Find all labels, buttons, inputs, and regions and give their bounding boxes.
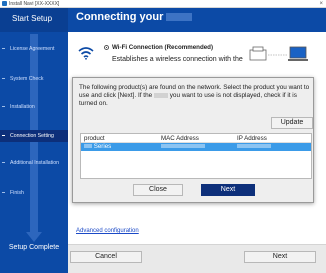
window-title: Install Navi [XX-XXXX]: [9, 1, 60, 7]
step-label: System Check: [10, 76, 44, 82]
sidebar-header-label: Start Setup: [12, 14, 53, 23]
step-dot-icon: [2, 106, 5, 107]
row-mac-cell: [161, 143, 205, 151]
column-mac-address: MAC Address: [161, 135, 199, 142]
step-dot-icon: [2, 162, 5, 163]
row-ip-cell: [237, 143, 271, 151]
page-title: Connecting your: [76, 11, 193, 23]
row-product-cell: Series: [84, 143, 111, 151]
wifi-connection-radio[interactable]: [104, 45, 109, 50]
wifi-option-description: Establishes a wireless connection with t…: [112, 56, 243, 63]
dialog-next-button[interactable]: Next: [201, 184, 255, 196]
window-titlebar: Install Navi [XX-XXXX] ×: [0, 0, 326, 8]
column-product: product: [84, 135, 105, 142]
step-dot-icon: [2, 192, 5, 193]
redacted-product-name: [153, 92, 168, 98]
redacted-ip: [237, 144, 271, 149]
product-search-dialog: The following product(s) are found on th…: [72, 77, 314, 203]
redacted-product-name: [166, 13, 193, 22]
step-dot-icon: [2, 135, 5, 136]
step-dot-icon: [2, 48, 5, 49]
close-icon: ×: [319, 1, 323, 7]
printer-computer-diagram-icon: [249, 46, 308, 61]
redacted-mac: [161, 144, 205, 149]
setup-steps-sidebar: Start Setup License Agreement System Che…: [0, 8, 68, 273]
dialog-message: The following product(s) are found on th…: [79, 84, 310, 107]
app-icon: [2, 1, 7, 6]
column-ip-address: IP Address: [237, 135, 267, 142]
main-footer: Cancel Next: [68, 244, 326, 273]
step-connection-setting: Connection Setting: [0, 130, 68, 142]
step-label: Additional Installation: [10, 160, 60, 166]
wifi-icon: [78, 47, 94, 60]
product-list-header: product MAC Address IP Address: [81, 134, 311, 143]
step-label: License Agreement: [10, 46, 55, 52]
progress-arrow-icon: [26, 232, 42, 242]
sidebar-header: Start Setup: [0, 8, 68, 32]
step-label: Finish: [10, 190, 24, 196]
wifi-option-title: Wi-Fi Connection (Recommended): [112, 44, 214, 51]
update-button[interactable]: Update: [271, 117, 313, 129]
dialog-close-button[interactable]: Close: [133, 184, 183, 196]
step-dot-icon: [2, 78, 5, 79]
cancel-button[interactable]: Cancel: [70, 251, 142, 263]
next-button[interactable]: Next: [244, 251, 316, 263]
product-list-row-selected[interactable]: Series: [81, 143, 311, 151]
window-close-button[interactable]: ×: [319, 0, 323, 8]
sidebar-footer: Setup Complete: [8, 244, 60, 251]
redacted-model: [84, 144, 92, 149]
advanced-configuration-link[interactable]: Advanced configuration: [76, 228, 139, 234]
step-label: Connection Setting: [10, 133, 54, 139]
product-list: product MAC Address IP Address Series: [80, 133, 312, 179]
main-header: Connecting your: [68, 8, 326, 32]
step-label: Installation: [10, 104, 35, 110]
